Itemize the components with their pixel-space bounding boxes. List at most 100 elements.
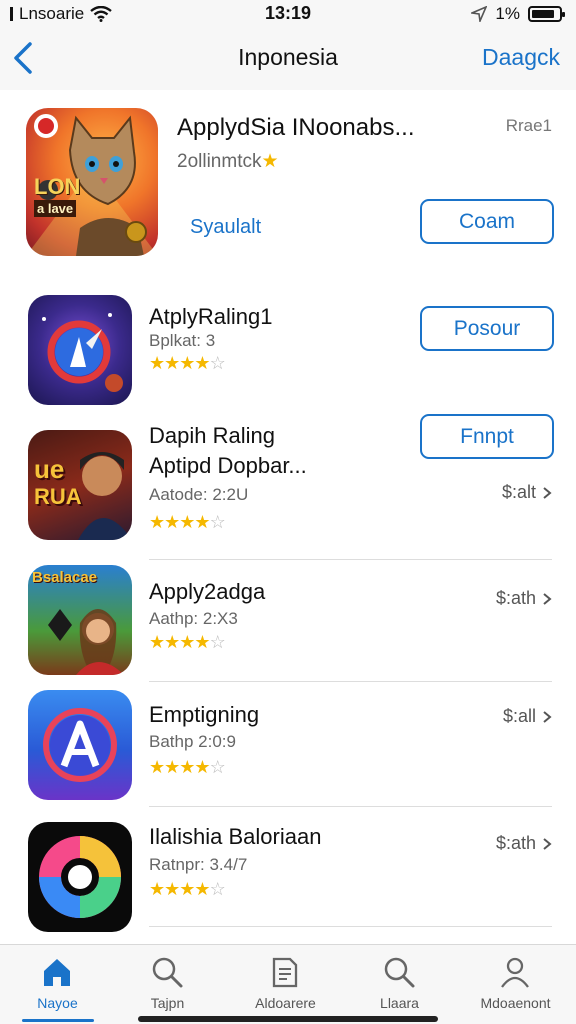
- chevron-right-icon: [543, 592, 552, 605]
- home-indicator: [138, 1016, 438, 1022]
- chevron-right-icon: [543, 710, 552, 723]
- star-icon: ★: [179, 353, 195, 373]
- app-title: AtplyRaling1: [149, 304, 273, 329]
- location-arrow-icon: [471, 6, 488, 22]
- compass-icon: [42, 313, 123, 392]
- app-title: Ilalishia Baloriaan: [149, 824, 322, 849]
- price-button[interactable]: $:all: [503, 706, 552, 727]
- app-icon-caption: ue: [34, 454, 65, 484]
- star-icon: ★: [149, 879, 165, 899]
- star-outline-icon: ☆: [209, 512, 226, 532]
- tab-label: Nayoe: [37, 995, 78, 1011]
- app-meta: Bplkat: 3: [149, 331, 216, 350]
- app-icon: [28, 822, 132, 932]
- featured-icon-caption-2: a lave: [34, 200, 77, 217]
- app-icon: [28, 690, 132, 800]
- price-button[interactable]: $:alt: [502, 482, 552, 503]
- star-icon: ★: [179, 632, 195, 652]
- list-item[interactable]: AtplyRaling1 Bplkat: 3 ★★★★☆ Posour: [0, 290, 576, 408]
- price-button[interactable]: $:ath: [496, 833, 552, 854]
- app-icon-caption-2: RUA: [34, 484, 82, 509]
- featured-icon-caption: LON: [34, 174, 81, 199]
- featured-app-icon: LON a lave: [26, 108, 158, 256]
- featured-app-title: ApplydSia INoonabs...: [177, 114, 415, 141]
- star-icon: ★: [194, 353, 210, 373]
- letter-a-icon: [43, 708, 117, 782]
- divider: [149, 926, 552, 927]
- battery-icon: [528, 6, 565, 22]
- star-icon: ★: [149, 632, 165, 652]
- navigation-bar: Inponesia Daagck: [0, 28, 576, 90]
- star-icon: ★: [164, 512, 180, 532]
- tab-home[interactable]: Nayoe: [0, 945, 115, 1024]
- nav-action-button[interactable]: Daagck: [482, 44, 560, 71]
- app-title: Apply2adga: [149, 579, 266, 604]
- chevron-right-icon: [543, 837, 552, 850]
- tab-search[interactable]: Tajpn: [110, 945, 225, 1024]
- person-icon: [501, 957, 529, 988]
- star-icon: ★: [261, 151, 279, 172]
- star-icon: ★: [164, 757, 180, 777]
- list-item[interactable]: Emptigning Bathp 2:0:9 ★★★★☆ $:all: [0, 690, 576, 802]
- rating-stars: ★★★★☆: [149, 879, 226, 900]
- list-item[interactable]: Bsalacae Apply2adga Aathp: 2:X3 ★★★★☆ $:…: [0, 565, 576, 677]
- chevron-right-icon: [543, 486, 552, 499]
- divider: [149, 559, 552, 560]
- tab-documents[interactable]: Aldoarere: [228, 945, 343, 1024]
- price-label: $:ath: [495, 588, 536, 608]
- tab-account[interactable]: Mdoaenont: [458, 945, 573, 1024]
- divider: [149, 681, 552, 682]
- home-icon: [44, 959, 70, 986]
- active-tab-indicator: [22, 1019, 94, 1022]
- ring-icon: [39, 836, 121, 918]
- tab-bar: Nayoe Tajpn Aldoarere Llaara Mdoaenont: [0, 944, 576, 1024]
- divider: [149, 806, 552, 807]
- star-icon: ★: [194, 757, 210, 777]
- featured-app-link[interactable]: Syaulalt: [190, 216, 261, 239]
- price-label: $:all: [502, 706, 536, 726]
- star-outline-icon: ☆: [209, 632, 226, 652]
- star-icon: ★: [194, 879, 210, 899]
- app-icon: Bsalacae: [28, 565, 132, 675]
- app-meta: Bathp 2:0:9: [149, 732, 236, 751]
- star-icon: ★: [149, 512, 165, 532]
- star-icon: ★: [164, 879, 180, 899]
- tab-explore[interactable]: Llaara: [342, 945, 457, 1024]
- app-icon: [28, 295, 132, 405]
- app-meta: Aathp: 2:X3: [149, 609, 238, 628]
- document-icon: [272, 957, 298, 988]
- app-subtitle: Aptipd Dopbar...: [149, 453, 307, 478]
- tab-label: Mdoaenont: [480, 995, 551, 1011]
- app-title: Emptigning: [149, 702, 260, 727]
- app-meta: Ratnpr: 3.4/7: [149, 855, 248, 874]
- featured-get-button[interactable]: Coam: [420, 199, 554, 244]
- rating-stars: ★★★★☆: [149, 757, 226, 778]
- status-bar: Lnsoarie 13:19 1%: [0, 0, 576, 28]
- rating-stars: ★★★★☆: [149, 353, 226, 374]
- price-button[interactable]: $:ath: [496, 588, 552, 609]
- tab-label: Tajpn: [150, 995, 185, 1011]
- star-icon: ★: [179, 757, 195, 777]
- tab-label: Aldoarere: [255, 995, 316, 1011]
- featured-subtitle-text: 2ollinmtck: [177, 151, 262, 172]
- app-meta: Aatode: 2:2U: [149, 485, 249, 504]
- star-icon: ★: [194, 632, 210, 652]
- list-item[interactable]: ue RUA Dapih Raling Aptipd Dopbar... Aat…: [0, 414, 576, 554]
- app-icon: ue RUA: [28, 430, 132, 540]
- star-icon: ★: [179, 879, 195, 899]
- star-icon: ★: [164, 632, 180, 652]
- list-item[interactable]: Ilalishia Baloriaan Ratnpr: 3.4/7 ★★★★☆ …: [0, 816, 576, 932]
- rating-stars: ★★★★☆: [149, 632, 226, 653]
- battery-percent: 1%: [495, 4, 520, 23]
- star-outline-icon: ☆: [209, 757, 226, 777]
- featured-app-category: Rrae1: [505, 116, 552, 135]
- price-label: $:ath: [495, 833, 536, 853]
- app-title: Dapih Raling: [149, 423, 275, 448]
- star-icon: ★: [164, 353, 180, 373]
- star-icon: ★: [179, 512, 195, 532]
- star-icon: ★: [149, 757, 165, 777]
- featured-app[interactable]: LON a lave ApplydSia INoonabs... Rrae1 2…: [0, 100, 576, 270]
- get-button[interactable]: Posour: [420, 306, 554, 351]
- star-icon: ★: [149, 353, 165, 373]
- get-button[interactable]: Fnnpt: [420, 414, 554, 459]
